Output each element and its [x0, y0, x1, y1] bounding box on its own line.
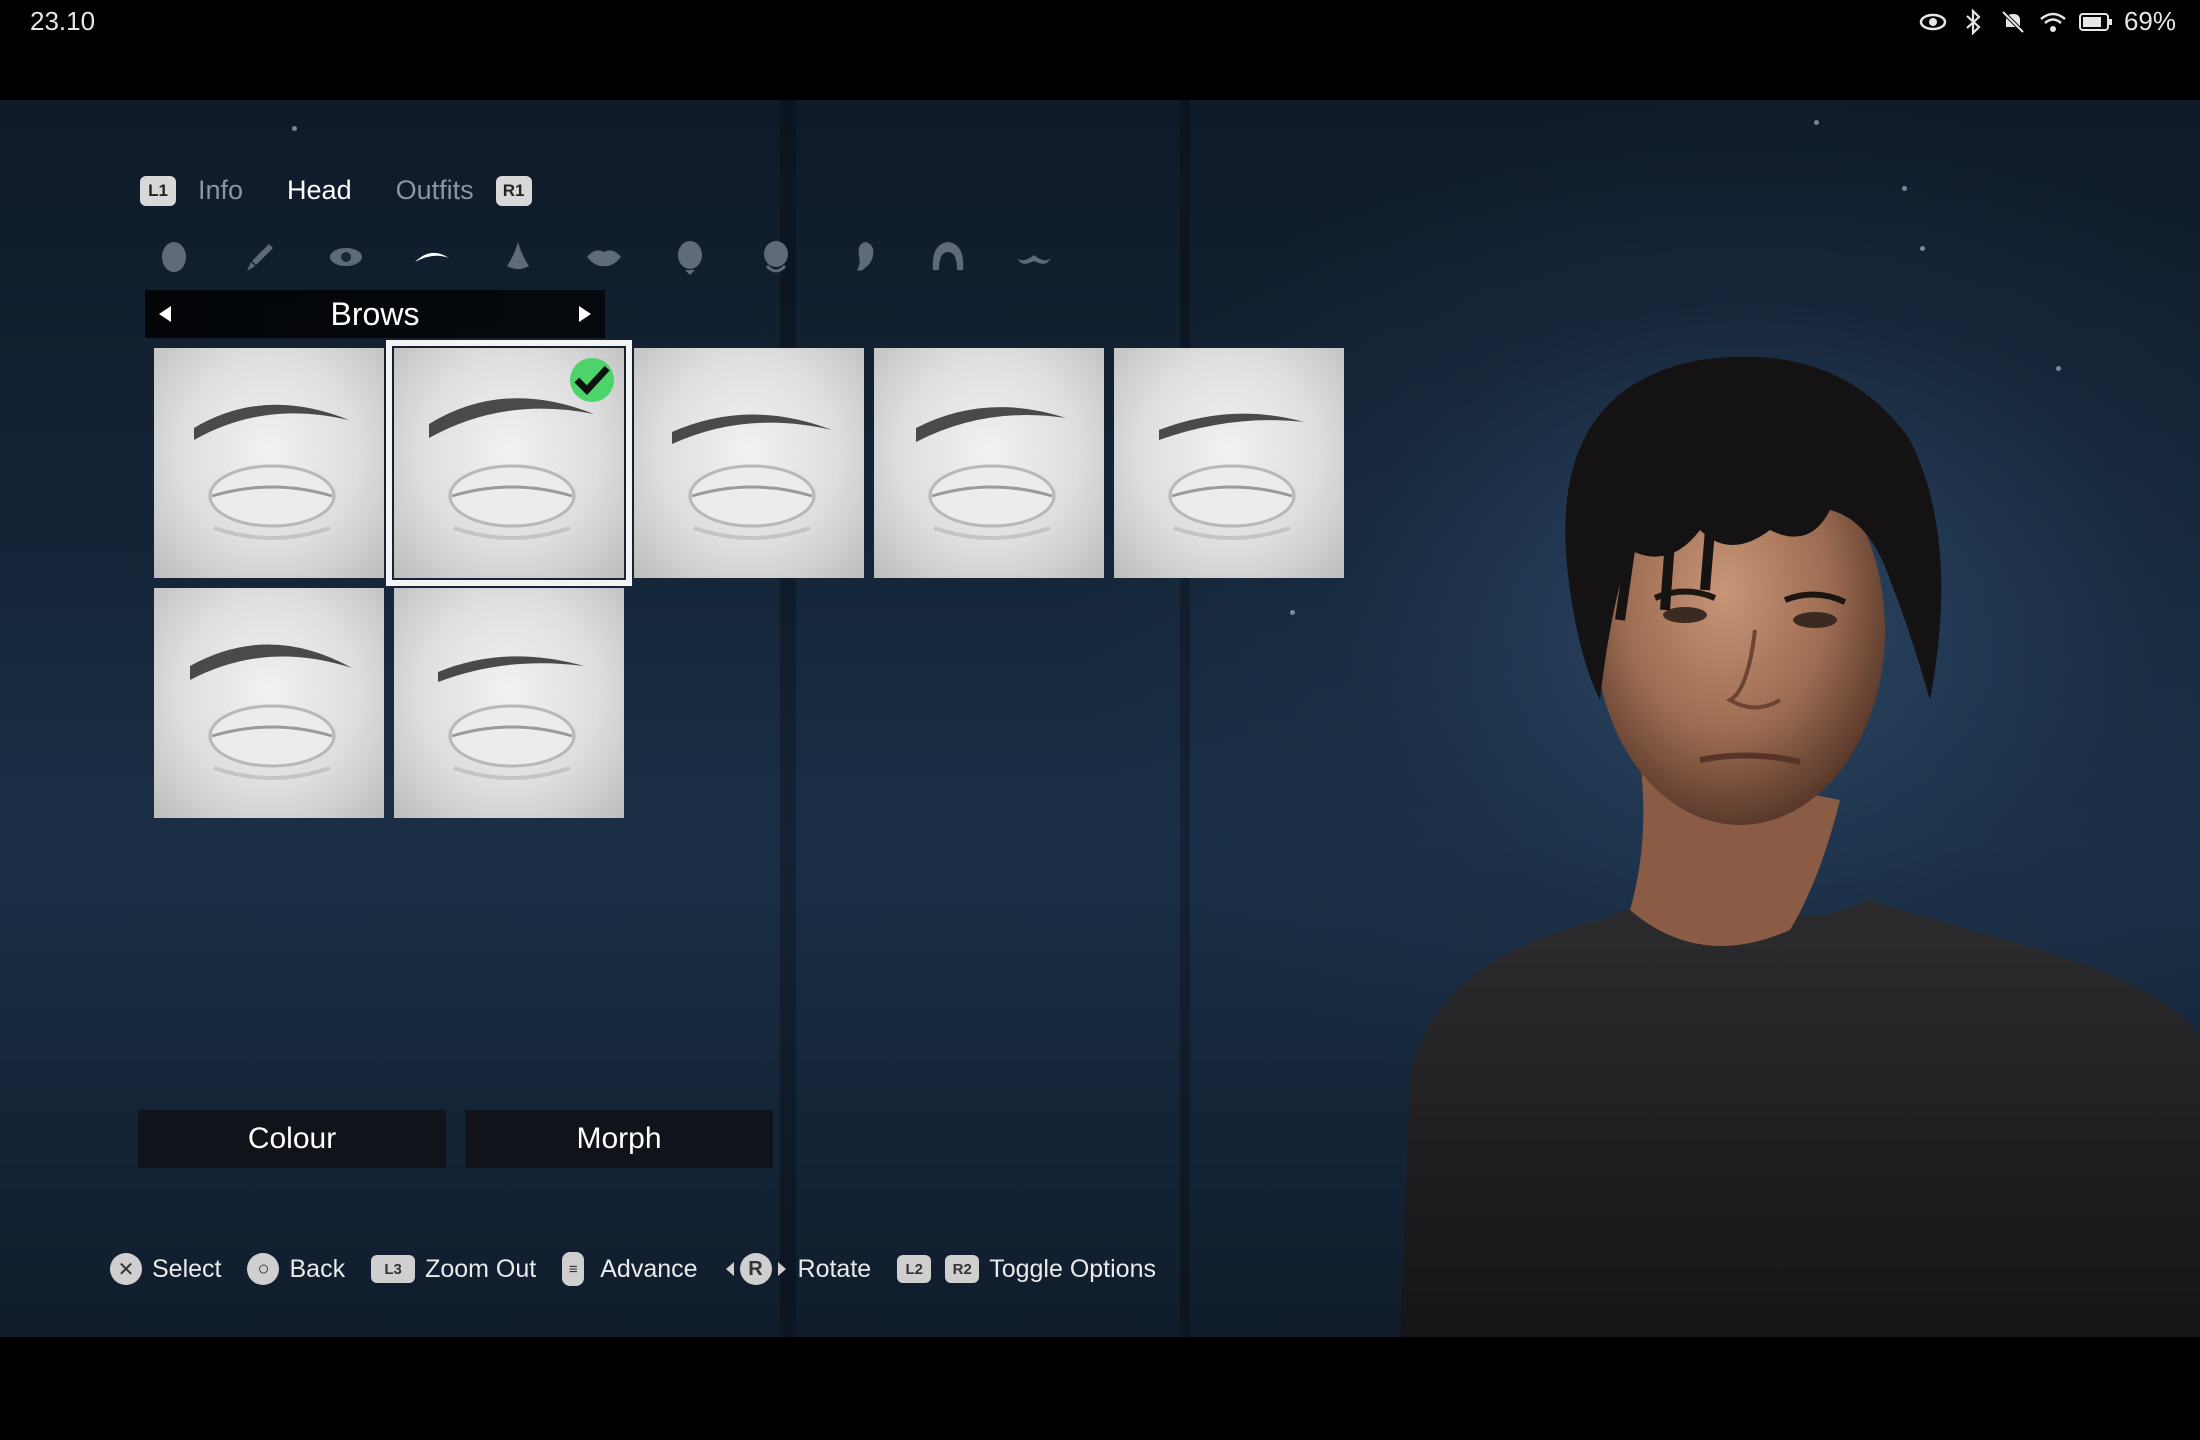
l1-button-icon[interactable]: L1 [140, 175, 176, 206]
character-creator-scene: L1 Info Head Outfits R1 Brows Colour Mor… [0, 100, 2200, 1337]
hint-label: Rotate [797, 1254, 872, 1283]
star [292, 126, 297, 131]
star [1814, 120, 1819, 125]
selected-check-icon [570, 358, 614, 402]
nose-icon[interactable] [499, 238, 537, 276]
hint-zoom-out[interactable]: L3 Zoom Out [371, 1255, 536, 1284]
right-stick-icon: R [739, 1253, 772, 1285]
hint-label: Back [289, 1254, 346, 1283]
battery-icon [2078, 12, 2112, 31]
top-tabs: L1 Info Head Outfits R1 [140, 175, 532, 206]
r2-button-icon: R2 [945, 1255, 980, 1283]
hair-icon[interactable] [929, 238, 967, 276]
l2-button-icon: L2 [897, 1255, 932, 1283]
star [1902, 186, 1907, 191]
controller-hints: ✕ Select ○ Back L3 Zoom Out ≡ Advance R … [110, 1252, 1182, 1286]
hint-label: Select [152, 1254, 222, 1283]
circle-button-icon: ○ [247, 1253, 280, 1285]
star [1290, 610, 1295, 615]
right-arrow-icon [777, 1262, 786, 1276]
r1-button-icon[interactable]: R1 [495, 175, 532, 206]
character-preview[interactable] [1370, 280, 2200, 1337]
eye-icon[interactable] [327, 238, 365, 276]
brush-icon[interactable] [241, 238, 279, 276]
brow-preview-image [438, 656, 584, 780]
brow-preview-image [916, 407, 1066, 540]
brow-option[interactable] [634, 348, 864, 578]
system-tray: 69% [1918, 6, 2176, 37]
brow-preview-image [672, 414, 832, 540]
brow-icon[interactable] [413, 238, 451, 276]
mute-icon [2001, 10, 2025, 33]
brow-option[interactable] [394, 588, 624, 818]
jaw-icon[interactable] [757, 238, 795, 276]
brow-option[interactable] [386, 340, 632, 586]
wifi-icon [2040, 12, 2066, 32]
brow-option[interactable] [154, 588, 384, 818]
status-time: 23.10 [30, 6, 96, 36]
tab-outfits[interactable]: Outfits [396, 175, 474, 206]
brow-option[interactable] [1114, 348, 1344, 578]
hint-select[interactable]: ✕ Select [110, 1253, 221, 1285]
hint-label: Zoom Out [425, 1254, 537, 1283]
star [1920, 246, 1925, 251]
category-selector: Brows [145, 290, 605, 338]
status-bar: 23.10 69% [0, 0, 2200, 100]
hint-toggle-options[interactable]: L2 R2 Toggle Options [897, 1255, 1156, 1284]
hint-label: Toggle Options [989, 1254, 1156, 1283]
left-arrow-icon [725, 1262, 734, 1276]
eye-icon [1919, 13, 1947, 30]
screen-bottom-bar [0, 1337, 2200, 1440]
brow-option[interactable] [154, 348, 384, 578]
background-pillar [1180, 100, 1190, 1337]
hint-back[interactable]: ○ Back [247, 1253, 345, 1285]
brow-option[interactable] [874, 348, 1104, 578]
tab-info[interactable]: Info [198, 175, 243, 206]
background-pillar [780, 100, 796, 1337]
brow-preview-image [190, 644, 352, 780]
brow-preview-image [194, 404, 349, 540]
selector-label: Brows [330, 295, 420, 332]
hint-label: Advance [600, 1254, 698, 1283]
brow-preview-image [1159, 413, 1304, 540]
tab-head[interactable]: Head [287, 175, 352, 206]
moustache-icon[interactable] [1015, 238, 1053, 276]
lips-icon[interactable] [585, 238, 623, 276]
colour-button[interactable]: Colour [138, 1110, 446, 1168]
l3-stick-icon: L3 [371, 1255, 416, 1283]
previous-arrow-icon[interactable] [145, 290, 185, 338]
hint-advance[interactable]: ≡ Advance [562, 1252, 698, 1286]
battery-percent: 69% [2123, 6, 2176, 36]
cheek-icon[interactable] [671, 238, 709, 276]
ear-icon[interactable] [843, 238, 881, 276]
bluetooth-icon [1966, 7, 1981, 36]
options-button-icon: ≡ [562, 1252, 585, 1286]
next-arrow-icon[interactable] [565, 290, 605, 338]
head-category-bar [155, 238, 1053, 276]
head-shape-icon[interactable] [155, 238, 193, 276]
cross-button-icon: ✕ [110, 1253, 142, 1285]
morph-button[interactable]: Morph [465, 1110, 773, 1168]
hint-rotate[interactable]: R Rotate [724, 1253, 872, 1285]
